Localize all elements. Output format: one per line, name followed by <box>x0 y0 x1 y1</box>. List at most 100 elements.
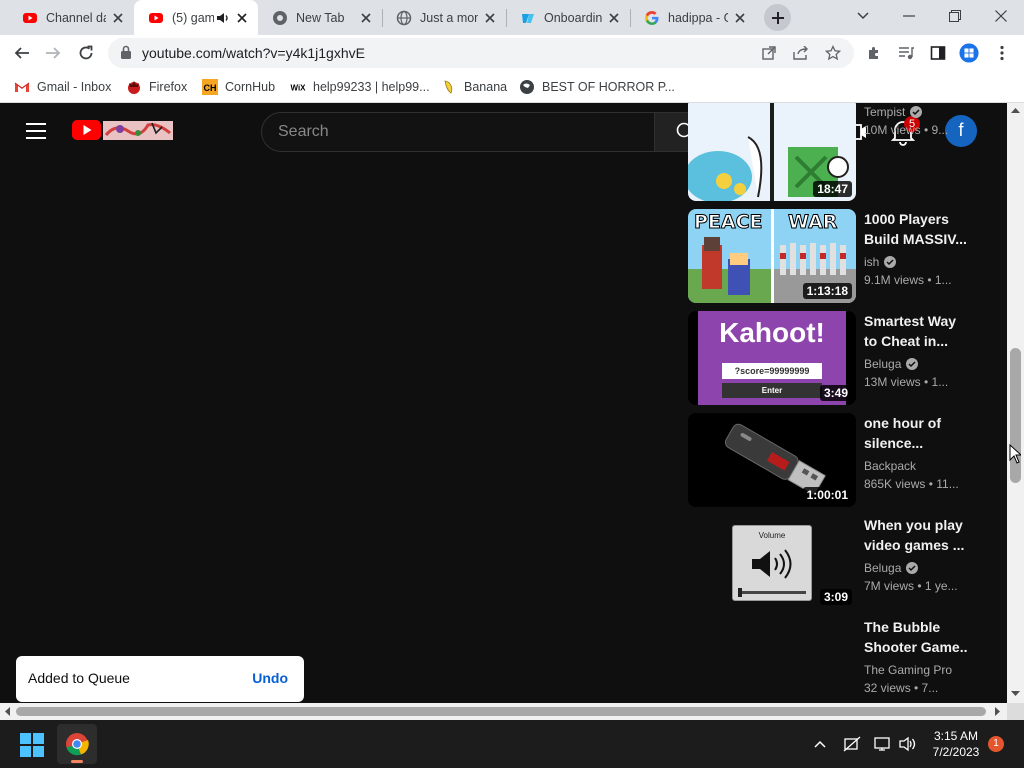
video-title[interactable]: one hour of silence... <box>864 413 968 453</box>
tab-new-tab[interactable]: New Tab <box>258 0 382 35</box>
tab-channel[interactable]: Channel da <box>8 0 134 35</box>
tab-just-a-moment[interactable]: Just a mom <box>382 0 506 35</box>
related-video[interactable]: Kahoot! ?score=99999999 Enter 3:49 Smart… <box>688 311 988 407</box>
bookmark-gmail[interactable]: Gmail - Inbox <box>14 76 111 98</box>
profile-icon[interactable] <box>959 43 979 63</box>
undo-button[interactable]: Undo <box>252 670 288 686</box>
globe-icon <box>519 79 535 95</box>
related-video[interactable]: 1:00:01 one hour of silence... Backpack … <box>688 413 988 509</box>
close-icon[interactable] <box>110 10 126 26</box>
video-thumbnail[interactable]: 1:00:01 <box>688 413 856 507</box>
arrow-right-icon <box>46 47 61 59</box>
bookmark-label: BEST OF HORROR P... <box>542 80 675 94</box>
scroll-up-icon[interactable] <box>1011 107 1020 113</box>
speaker-icon[interactable] <box>216 11 230 25</box>
video-title[interactable]: Smartest Way to Cheat in... <box>864 311 968 351</box>
menu-kebab-icon[interactable] <box>992 43 1012 63</box>
video-channel[interactable]: Beluga <box>864 357 919 371</box>
vertical-scrollbar[interactable] <box>1007 103 1024 703</box>
video-thumbnail[interactable]: 18:47 <box>688 103 856 201</box>
youtube-logo[interactable] <box>72 117 176 143</box>
verified-icon <box>910 106 923 118</box>
display-icon[interactable] <box>873 734 893 754</box>
horizontal-scrollbar[interactable] <box>0 703 1007 720</box>
browser-toolbar: youtube.com/watch?v=y4k1j1gxhvE <box>0 35 1024 71</box>
title-line: video games ... <box>864 537 965 553</box>
hamburger-menu-icon[interactable] <box>24 120 48 142</box>
close-icon[interactable] <box>732 10 748 26</box>
scroll-down-icon[interactable] <box>1011 691 1020 697</box>
open-in-app-icon[interactable] <box>760 44 778 62</box>
start-button[interactable] <box>20 733 44 757</box>
scroll-right-icon[interactable] <box>995 707 1001 716</box>
reload-button[interactable] <box>71 38 101 68</box>
video-title[interactable]: When you play video games ... <box>864 515 968 555</box>
video-channel[interactable]: Beluga <box>864 561 919 575</box>
title-line: to Cheat in... <box>864 333 948 349</box>
show-hidden-icons-button[interactable] <box>810 734 830 754</box>
video-channel[interactable]: Tempist <box>864 105 923 119</box>
windows-logo-icon <box>20 733 44 757</box>
bookmark-wix[interactable]: WiX help99233 | help99... <box>290 76 429 98</box>
arrow-left-icon <box>14 47 29 59</box>
close-window-button[interactable] <box>978 0 1024 32</box>
volume-icon[interactable] <box>898 734 918 754</box>
tab-title: New Tab <box>296 10 345 25</box>
lock-icon[interactable] <box>120 45 132 60</box>
video-meta: 9.1M views • 1... <box>864 273 952 287</box>
video-channel[interactable]: The Gaming Pro <box>864 663 952 677</box>
scroll-left-icon[interactable] <box>4 707 10 716</box>
bookmark-horror[interactable]: BEST OF HORROR P... <box>519 76 675 98</box>
restore-icon <box>949 10 961 22</box>
tab-strip: Channel da (5) gam New Tab Just a mom On… <box>0 0 1024 35</box>
taskbar-chrome-app[interactable] <box>57 724 97 764</box>
share-icon[interactable] <box>792 44 810 62</box>
notification-center-badge[interactable]: 1 <box>988 736 1004 752</box>
tab-active-video[interactable]: (5) gam <box>134 0 258 35</box>
video-channel[interactable]: Backpack <box>864 459 916 473</box>
search-placeholder: Search <box>278 123 329 140</box>
channel-name: Backpack <box>864 459 917 473</box>
video-thumbnail[interactable]: PEACE WAR 1:13:18 <box>688 209 856 303</box>
close-icon[interactable] <box>606 10 622 26</box>
restore-button[interactable] <box>932 0 978 32</box>
network-status-icon[interactable] <box>842 734 862 754</box>
tab-search-button[interactable] <box>840 0 886 32</box>
video-channel[interactable]: ish <box>864 255 897 269</box>
close-icon[interactable] <box>358 10 374 26</box>
close-icon[interactable] <box>234 10 250 26</box>
close-icon[interactable] <box>482 10 498 26</box>
title-line: one hour of <box>864 415 941 431</box>
related-video[interactable]: Volume 3:09 When you play video games ..… <box>688 515 988 611</box>
video-thumbnail[interactable]: Volume 3:09 <box>688 515 856 609</box>
search-input[interactable]: Search <box>261 112 655 152</box>
bookmark-label: CornHub <box>225 80 276 94</box>
tab-google-search[interactable]: hadippa - G <box>630 0 756 35</box>
bookmark-banana[interactable]: Banana <box>441 76 507 98</box>
address-bar[interactable]: youtube.com/watch?v=y4k1j1gxhvE <box>108 38 854 68</box>
chrome-icon <box>66 733 89 756</box>
bookmark-cornhub[interactable]: CH CornHub <box>202 76 275 98</box>
related-video[interactable]: 18:47 Tempist 10M views • 9... <box>688 103 988 201</box>
video-title[interactable]: 1000 Players Build MASSIV... <box>864 209 968 249</box>
bookmark-firefox[interactable]: Firefox <box>126 76 187 98</box>
video-thumbnail[interactable]: Kahoot! ?score=99999999 Enter 3:49 <box>688 311 856 405</box>
taskbar-clock[interactable]: 3:15 AM 7/2/2023 <box>920 728 992 760</box>
wix-icon: WiX <box>290 79 306 95</box>
extensions-icon[interactable] <box>864 43 884 63</box>
verified-icon <box>906 562 919 574</box>
side-panel-icon[interactable] <box>928 43 948 63</box>
forward-button[interactable] <box>38 38 68 68</box>
minimize-button[interactable] <box>886 0 932 32</box>
video-title[interactable]: The Bubble Shooter Game... <box>864 617 968 657</box>
url-text[interactable]: youtube.com/watch?v=y4k1j1gxhvE <box>142 45 365 61</box>
related-video[interactable]: The Bubble Shooter Game... The Gaming Pr… <box>688 617 988 703</box>
star-icon[interactable] <box>824 44 842 62</box>
media-control-icon[interactable] <box>896 43 916 63</box>
tab-onboarding[interactable]: Onboardin <box>506 0 630 35</box>
new-tab-button[interactable] <box>764 4 791 31</box>
back-button[interactable] <box>7 38 37 68</box>
related-video[interactable]: PEACE WAR 1:13:18 1000 Players Build MAS… <box>688 209 988 305</box>
volume-slider-thumb <box>738 588 742 597</box>
horizontal-scrollbar-thumb[interactable] <box>16 707 986 716</box>
